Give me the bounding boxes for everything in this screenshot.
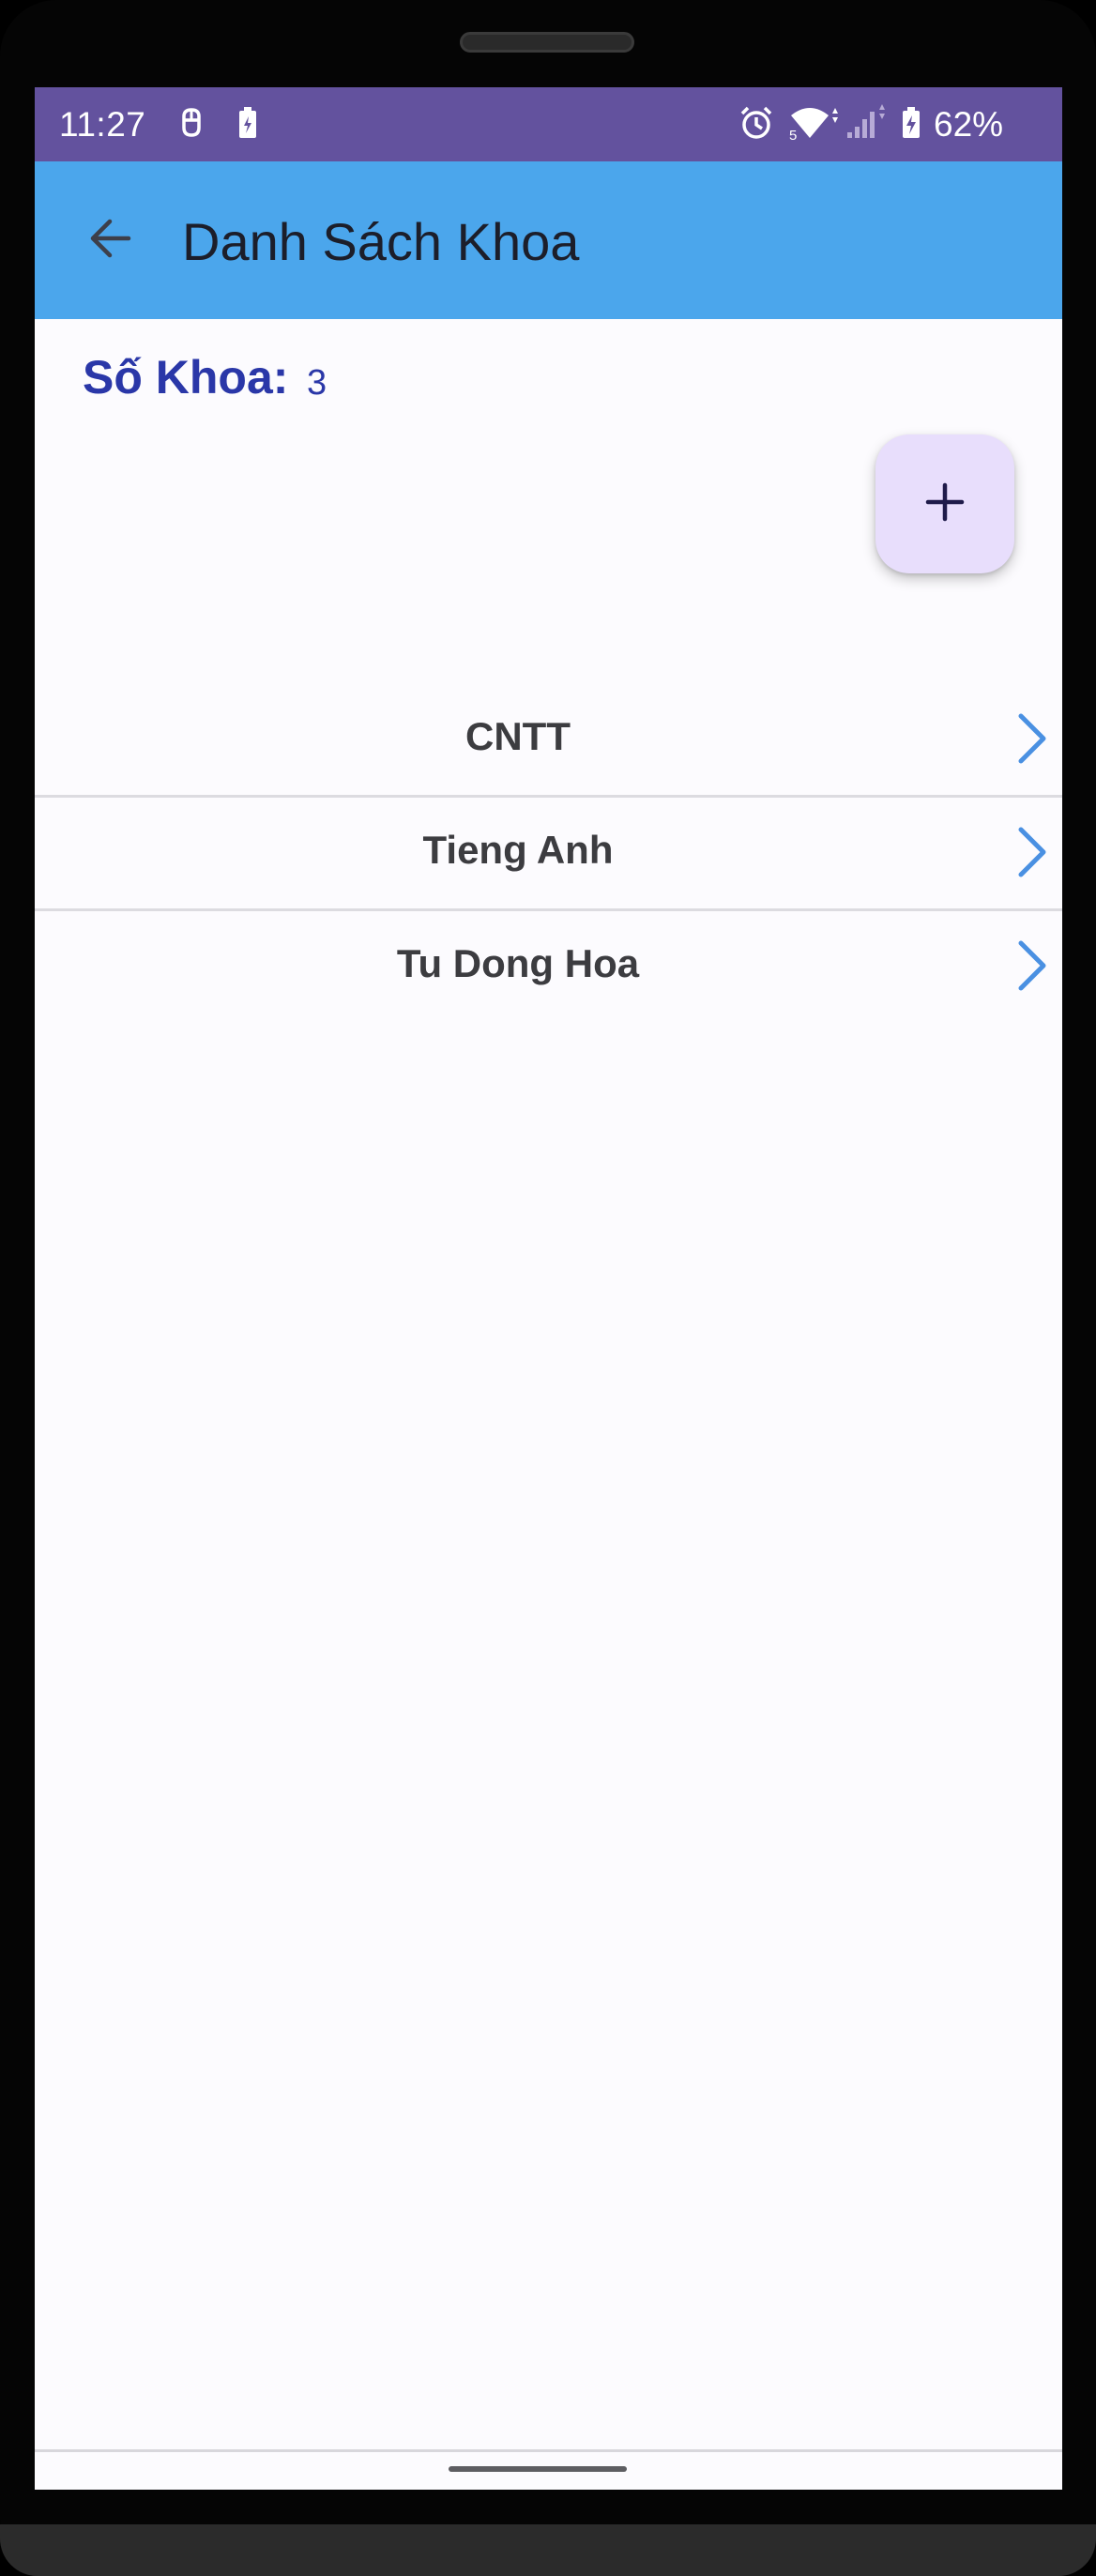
department-item-tieng-anh[interactable]: Tieng Anh [35,798,1062,908]
app-screen: 11:27 5 62% Danh Sách Khoa Số Khoa: 3 CN… [35,87,1062,2490]
add-department-button[interactable] [875,434,1014,573]
notification-icon [175,104,207,142]
arrow-back-icon [87,218,132,264]
status-time: 11:27 [59,105,146,144]
page-title: Danh Sách Khoa [182,212,580,271]
chevron-right-icon [1013,710,1051,767]
department-name: Tu Dong Hoa [396,941,640,985]
department-name: CNTT [465,714,571,758]
navigation-bar-divider [35,2449,1062,2452]
status-bar: 11:27 5 62% [35,87,1062,161]
add-icon [924,481,966,527]
chevron-right-icon [1013,937,1051,994]
svg-text:5: 5 [789,128,797,142]
department-item-cntt[interactable]: CNTT [35,684,1062,795]
earpiece-speaker [460,32,634,53]
battery-saver-icon [234,104,262,142]
signal-icon [844,104,890,142]
department-list: CNTT Tieng Anh Tu Dong Hoa [35,684,1062,1022]
alarm-icon [738,104,775,142]
home-indicator[interactable] [449,2466,627,2472]
battery-icon [898,104,924,142]
back-button[interactable] [70,201,149,280]
chevron-right-icon [1013,824,1051,880]
app-bar: Danh Sách Khoa [35,161,1062,319]
department-item-tu-dong-hoa[interactable]: Tu Dong Hoa [35,911,1062,1022]
battery-percent: 62% [934,105,1004,144]
department-name: Tieng Anh [422,828,614,872]
wifi-icon: 5 [787,104,840,142]
device-bottom-bezel [0,2524,1096,2576]
department-count-value: 3 [307,363,327,403]
department-count-label: Số Khoa: [83,351,289,404]
device-frame: 11:27 5 62% Danh Sách Khoa Số Khoa: 3 CN… [0,0,1096,2576]
